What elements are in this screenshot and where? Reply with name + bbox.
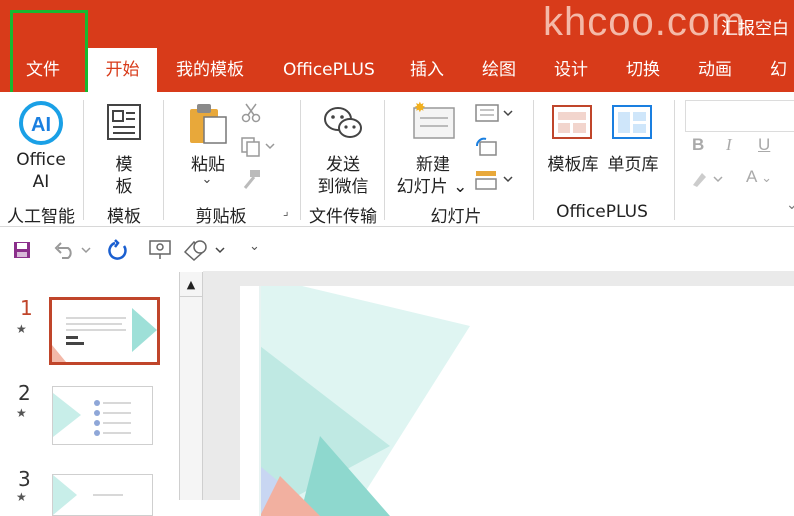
group-clipboard-label: 剪贴板 bbox=[195, 207, 247, 227]
office-ai-label-2: AI bbox=[32, 172, 50, 192]
new-slide-label-2: 幻灯片 ⌄ bbox=[396, 177, 468, 197]
dialog-launcher-icon[interactable]: ⌟ bbox=[283, 204, 289, 218]
group-ai-label: 人工智能 bbox=[7, 207, 75, 227]
presenter-view-icon[interactable] bbox=[148, 239, 174, 265]
slide-thumbnail[interactable] bbox=[52, 386, 153, 445]
slide-thumbnail[interactable] bbox=[49, 297, 160, 365]
group-officeplus-label: OfficePLUS bbox=[556, 202, 648, 222]
undo-icon[interactable] bbox=[52, 240, 94, 264]
office-ai-icon[interactable]: AI bbox=[18, 100, 64, 150]
send-wechat-label-2: 到微信 bbox=[317, 177, 369, 197]
font-name-box[interactable] bbox=[685, 100, 794, 132]
group-file-transfer-label: 文件传输 bbox=[309, 207, 377, 227]
template-library-label: 模板库 bbox=[547, 155, 599, 175]
slide-thumbnail[interactable] bbox=[52, 474, 153, 516]
separator bbox=[300, 100, 301, 220]
underline-button[interactable]: U bbox=[758, 135, 770, 155]
shapes-icon[interactable] bbox=[182, 238, 232, 266]
new-slide-icon[interactable]: ✸ bbox=[408, 100, 458, 146]
font-color-button[interactable]: A ⌄ bbox=[746, 167, 772, 187]
slide-canvas bbox=[203, 271, 794, 516]
separator bbox=[384, 100, 385, 220]
copy-icon[interactable] bbox=[240, 136, 276, 162]
star-icon: ★ bbox=[16, 490, 27, 504]
tab-design[interactable]: 设计 bbox=[554, 48, 588, 92]
save-icon[interactable] bbox=[13, 241, 31, 263]
group-template-label: 模板 bbox=[107, 207, 141, 227]
customize-toolbar-icon[interactable]: ⌄ bbox=[249, 239, 260, 254]
thumbnail-scrollbar[interactable]: ▲ bbox=[179, 272, 203, 500]
tab-animations[interactable]: 动画 bbox=[698, 48, 732, 92]
slide-number: 3 bbox=[18, 467, 31, 491]
template-label-2: 板 bbox=[115, 177, 133, 197]
template-library-icon[interactable] bbox=[551, 104, 593, 146]
star-icon: ★ bbox=[16, 406, 27, 420]
tab-insert[interactable]: 插入 bbox=[410, 48, 444, 92]
bold-button[interactable]: B bbox=[692, 135, 704, 155]
separator bbox=[533, 100, 534, 220]
svg-text:AI: AI bbox=[31, 114, 51, 136]
tab-transitions[interactable]: 切换 bbox=[626, 48, 660, 92]
template-icon[interactable] bbox=[106, 103, 142, 145]
highlight-icon[interactable] bbox=[690, 169, 726, 193]
group-slides-label: 幻灯片 bbox=[430, 207, 482, 227]
office-ai-label-1: Office bbox=[16, 150, 66, 170]
separator bbox=[674, 100, 675, 220]
svg-text:✸: ✸ bbox=[414, 100, 426, 116]
cut-icon[interactable] bbox=[240, 102, 262, 128]
ribbon-overflow-icon[interactable]: ⌄ bbox=[786, 197, 794, 213]
scroll-up-icon[interactable]: ▲ bbox=[180, 274, 202, 297]
tab-officeplus[interactable]: OfficePLUS bbox=[283, 48, 375, 92]
single-page-library-label: 单页库 bbox=[607, 155, 659, 175]
layout-icon[interactable] bbox=[474, 103, 514, 129]
separator bbox=[163, 100, 164, 220]
section-icon[interactable] bbox=[474, 169, 514, 195]
wechat-icon[interactable] bbox=[322, 103, 364, 147]
tab-draw[interactable]: 绘图 bbox=[482, 48, 516, 92]
current-slide[interactable] bbox=[240, 286, 794, 516]
paste-icon[interactable] bbox=[188, 101, 230, 151]
format-painter-icon[interactable] bbox=[240, 168, 262, 194]
watermark: khcoo.com bbox=[543, 0, 746, 44]
chevron-down-icon[interactable]: ⌄ bbox=[196, 172, 218, 187]
italic-button[interactable]: I bbox=[726, 135, 732, 155]
single-page-library-icon[interactable] bbox=[611, 104, 653, 146]
tab-slideshow[interactable]: 幻 bbox=[770, 48, 787, 92]
reset-slide-icon[interactable] bbox=[474, 136, 498, 162]
tab-home[interactable]: 开始 bbox=[88, 48, 157, 92]
tab-my-templates[interactable]: 我的模板 bbox=[176, 48, 244, 92]
slide-number: 2 bbox=[18, 381, 31, 405]
redo-icon[interactable] bbox=[107, 239, 129, 265]
slide-number: 1 bbox=[20, 296, 33, 320]
star-icon: ★ bbox=[16, 322, 27, 336]
separator bbox=[83, 100, 84, 220]
document-title: 汇报空白 bbox=[721, 19, 789, 39]
